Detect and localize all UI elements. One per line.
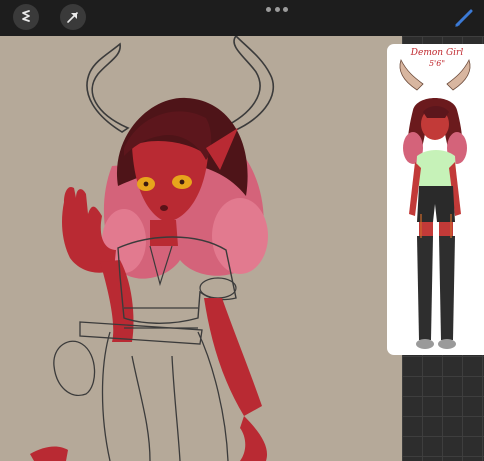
- drawing-canvas[interactable]: [0, 36, 402, 461]
- selection-icon: [67, 12, 78, 23]
- more-dots-icon[interactable]: [266, 5, 288, 13]
- reference-character: [399, 58, 471, 349]
- brush-icon: [455, 9, 473, 27]
- reference-image-panel[interactable]: Demon Girl 5'6": [387, 44, 484, 355]
- brush-button[interactable]: [451, 4, 477, 30]
- selection-button[interactable]: [60, 4, 86, 30]
- adjustments-button[interactable]: [13, 4, 39, 30]
- top-toolbar: [0, 0, 484, 36]
- character-illustration: [30, 36, 275, 461]
- adjustments-icon: [22, 10, 30, 22]
